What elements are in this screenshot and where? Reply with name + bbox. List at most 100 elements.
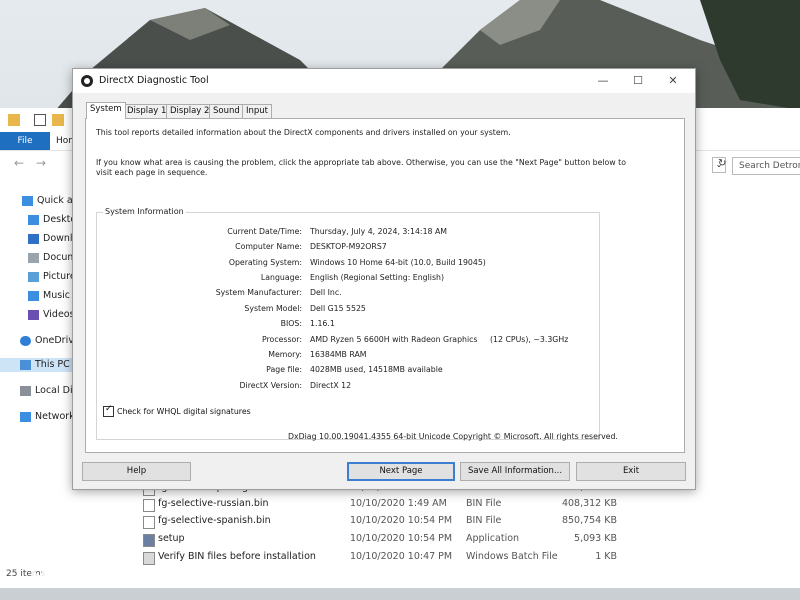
forward-arrow-icon[interactable]: → xyxy=(36,156,46,170)
properties-icon[interactable] xyxy=(34,114,46,126)
save-all-information-button[interactable]: Save All Information... xyxy=(460,462,570,481)
maximize-icon[interactable]: ☐ xyxy=(626,72,650,90)
exit-button[interactable]: Exit xyxy=(576,462,686,481)
group-title: System Information xyxy=(103,207,186,216)
tab-sound[interactable]: Sound xyxy=(209,104,244,118)
file-type: Application xyxy=(466,533,520,544)
info-label: Computer Name: xyxy=(235,242,302,251)
info-label: Current Date/Time: xyxy=(227,227,302,236)
star-icon xyxy=(22,195,33,206)
tab-system[interactable]: System xyxy=(86,102,126,119)
file-type: Windows Batch File xyxy=(466,551,558,562)
nav-onedrive[interactable]: OneDrive xyxy=(20,334,80,348)
info-value: DirectX 12 xyxy=(310,381,352,390)
file-size: 408,312 KB xyxy=(561,498,617,509)
info-value: 1.16.1 xyxy=(310,319,335,328)
file-date: 10/10/2020 1:49 AM xyxy=(350,498,447,509)
setup-app-icon xyxy=(143,534,155,547)
minimize-icon[interactable]: — xyxy=(591,72,615,90)
search-input[interactable]: Search Detron xyxy=(732,157,800,175)
file-icon xyxy=(143,516,155,529)
info-label: System Model: xyxy=(244,304,302,313)
nav-music[interactable]: Music xyxy=(28,289,70,303)
directx-icon xyxy=(81,75,93,87)
info-value: AMD Ryzen 5 6600H with Radeon Graphics xyxy=(310,335,478,344)
info-label: DirectX Version: xyxy=(239,381,302,390)
file-name: fg-selective-spanish.bin xyxy=(158,515,271,526)
tab-file[interactable]: File xyxy=(0,132,50,150)
info-label: Page file: xyxy=(266,365,302,374)
file-row[interactable]: fg-selective-russian.bin 10/10/2020 1:49… xyxy=(143,496,623,512)
info-value: Windows 10 Home 64-bit (10.0, Build 1904… xyxy=(310,258,486,267)
info-value-cpus: (12 CPUs), ~3.3GHz xyxy=(490,335,569,344)
intro-text: visit each page in sequence. xyxy=(96,168,208,177)
nav-label: This PC xyxy=(35,359,70,370)
file-row[interactable]: fg-selective-spanish.bin 10/10/2020 10:5… xyxy=(143,513,623,529)
file-size: 850,754 KB xyxy=(561,515,617,526)
title-bar: DirectX Diagnostic Tool — ☐ ✕ xyxy=(73,69,695,93)
nav-label: Videos xyxy=(43,309,75,320)
nav-documents[interactable]: Docum xyxy=(28,251,77,265)
computer-icon xyxy=(20,359,31,370)
file-type: BIN File xyxy=(466,515,502,526)
picture-icon xyxy=(28,271,39,282)
nav-pictures[interactable]: Picture xyxy=(28,270,76,284)
nav-label: Music xyxy=(43,290,71,301)
back-arrow-icon[interactable]: ← xyxy=(14,156,24,170)
nav-local-disk[interactable]: Local Dis xyxy=(20,384,78,398)
help-button[interactable]: Help xyxy=(82,462,191,481)
file-date: 10/10/2020 10:54 PM xyxy=(350,515,453,526)
dxdiag-version-text: DxDiag 10.00.19041.4355 64-bit Unicode C… xyxy=(288,432,618,441)
next-page-button[interactable]: Next Page xyxy=(347,462,455,481)
file-name: setup xyxy=(158,533,185,544)
info-label: BIOS: xyxy=(280,319,302,328)
nav-label: Network xyxy=(35,411,75,422)
info-value: 4028MB used, 14518MB available xyxy=(310,365,443,374)
nav-label: Picture xyxy=(43,271,76,282)
navigation-pane: Quick ac Deskto Downlo Docum Picture Mus… xyxy=(0,186,80,586)
file-date: 10/10/2020 10:54 PM xyxy=(350,533,453,544)
file-name: fg-selective-russian.bin xyxy=(158,498,269,509)
file-icon xyxy=(143,499,155,512)
cloud-icon xyxy=(20,335,31,346)
system-tab-panel: This tool reports detailed information a… xyxy=(85,118,685,453)
file-type: BIN File xyxy=(466,498,502,509)
file-row[interactable]: setup 10/10/2020 10:54 PM Application 5,… xyxy=(143,531,623,547)
watermark-logo: dubizzle xyxy=(30,555,144,585)
info-label: System Manufacturer: xyxy=(215,288,302,297)
refresh-icon[interactable]: ↻ xyxy=(718,158,726,169)
batch-file-icon xyxy=(143,552,155,565)
nav-network[interactable]: Network xyxy=(20,410,75,424)
document-icon xyxy=(28,252,39,263)
whql-checkbox[interactable] xyxy=(103,404,114,417)
nav-downloads[interactable]: Downlo xyxy=(28,232,78,246)
info-value: Dell Inc. xyxy=(310,288,342,297)
nav-videos[interactable]: Videos xyxy=(28,308,75,322)
download-icon xyxy=(28,233,39,244)
tab-display-1[interactable]: Display 1 xyxy=(123,104,171,118)
folder-icon[interactable] xyxy=(8,114,20,126)
system-information-group: System Information Current Date/Time: Th… xyxy=(96,207,600,440)
info-value: DESKTOP-M92ORS7 xyxy=(310,242,387,251)
file-size: 5,093 KB xyxy=(574,533,617,544)
whql-checkbox-row[interactable]: Check for WHQL digital signatures xyxy=(103,404,251,417)
info-value: Thursday, July 4, 2024, 3:14:18 AM xyxy=(310,227,448,236)
info-label: Language: xyxy=(260,273,302,282)
info-label: Memory: xyxy=(268,350,302,359)
tab-input[interactable]: Input xyxy=(242,104,273,118)
intro-text: If you know what area is causing the pro… xyxy=(96,158,626,167)
file-row[interactable]: Verify BIN files before installation 10/… xyxy=(143,549,623,565)
directx-diagnostic-dialog: DirectX Diagnostic Tool — ☐ ✕ System Dis… xyxy=(72,68,696,490)
network-icon xyxy=(20,411,31,422)
video-icon xyxy=(28,309,39,320)
close-icon[interactable]: ✕ xyxy=(661,72,685,90)
nav-desktop[interactable]: Deskto xyxy=(28,213,76,227)
new-folder-icon[interactable] xyxy=(52,114,64,126)
tab-display-2[interactable]: Display 2 xyxy=(166,104,214,118)
file-size: 1 KB xyxy=(595,551,617,562)
desktop-icon xyxy=(28,214,39,225)
info-value: English (Regional Setting: English) xyxy=(310,273,445,282)
nav-quick-access[interactable]: Quick ac xyxy=(22,194,78,208)
file-name: Verify BIN files before installation xyxy=(158,551,316,562)
nav-this-pc[interactable]: This PC xyxy=(0,358,75,372)
